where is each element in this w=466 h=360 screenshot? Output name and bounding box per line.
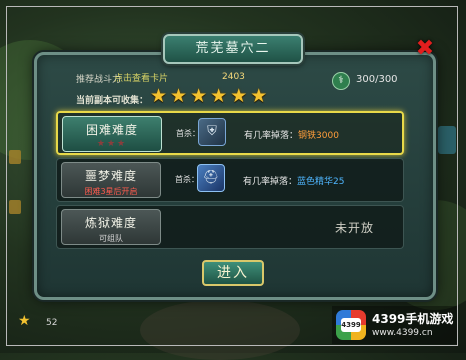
difficulty-hard-button[interactable]: 困难难度 ★★★ <box>62 116 162 152</box>
star-icon: ★ <box>190 85 208 107</box>
star-icon: ★ <box>18 313 31 329</box>
difficulty-purgatory-button[interactable]: 炼狱难度 可组队 <box>61 209 161 245</box>
background-rock <box>140 300 300 360</box>
first-kill-label: 首杀： <box>175 175 199 184</box>
logo-badge-text: 4399 <box>341 318 361 332</box>
collectible-stars: ★ ★ ★ ★ ★ ★ <box>150 85 267 107</box>
dialog-title: 荒芜墓穴二 <box>163 34 303 64</box>
difficulty-name: 噩梦难度 <box>84 169 137 183</box>
drop-item: 钢铁3000 <box>298 131 339 141</box>
close-icon[interactable]: ✖ <box>414 38 436 60</box>
drop-text: 有几率掉落：蓝色精华25 <box>243 174 344 187</box>
difficulty-row-hard[interactable]: 困难难度 ★★★ 首杀： ⛨ 有几率掉落：钢铁3000 <box>56 111 404 155</box>
star-icon: ★ <box>150 85 168 107</box>
drop-prefix: 有几率掉落： <box>243 177 298 187</box>
tooltip-overlay: 点击查看卡片 <box>114 74 169 84</box>
star-icon: ★ <box>230 85 248 107</box>
helmet-item-icon[interactable]: ⛑ <box>197 164 225 192</box>
not-open-status: 未开放 <box>335 221 375 235</box>
logo-name: 4399手机游戏 <box>372 312 454 326</box>
first-kill-label: 首杀： <box>176 129 200 138</box>
difficulty-stars: ★★★ <box>96 139 128 149</box>
enter-button[interactable]: 进入 <box>202 260 264 286</box>
collectible-stars-label: 当前副本可收集： <box>76 96 149 106</box>
star-icon: ★ <box>210 85 228 107</box>
difficulty-row-nightmare[interactable]: 噩梦难度 困难3星后开启 首杀： ⛑ 有几率掉落：蓝色精华25 <box>56 158 404 202</box>
watermark-logo: 4399 4399手机游戏 www.4399.cn <box>332 306 458 344</box>
shield-item-icon[interactable]: ⛨ <box>198 118 226 146</box>
logo-badge-icon: 4399 <box>336 310 366 340</box>
drop-text: 有几率掉落：钢铁3000 <box>244 128 339 141</box>
difficulty-team-note: 可组队 <box>99 234 123 243</box>
side-menu-chip[interactable] <box>9 200 21 214</box>
star-icon: ★ <box>170 85 188 107</box>
star-icon: ★ <box>250 85 268 107</box>
difficulty-requirement: 困难3星后开启 <box>84 187 138 196</box>
right-menu-chip[interactable] <box>438 126 456 154</box>
stamina-icon: ⚕ <box>332 72 350 90</box>
difficulty-nightmare-button[interactable]: 噩梦难度 困难3星后开启 <box>61 162 161 198</box>
difficulty-name: 炼狱难度 <box>84 216 137 230</box>
logo-url: www.4399.cn <box>372 328 433 338</box>
difficulty-row-purgatory[interactable]: 炼狱难度 可组队 未开放 <box>56 205 404 249</box>
drop-prefix: 有几率掉落： <box>244 131 299 141</box>
star-count: 52 <box>46 318 58 328</box>
side-menu-chip[interactable] <box>9 150 21 164</box>
recommended-power-value: 2403 <box>222 72 245 82</box>
difficulty-name: 困难难度 <box>85 123 138 137</box>
drop-item: 蓝色精华25 <box>297 177 345 187</box>
stamina-value: 300/300 <box>356 74 398 85</box>
